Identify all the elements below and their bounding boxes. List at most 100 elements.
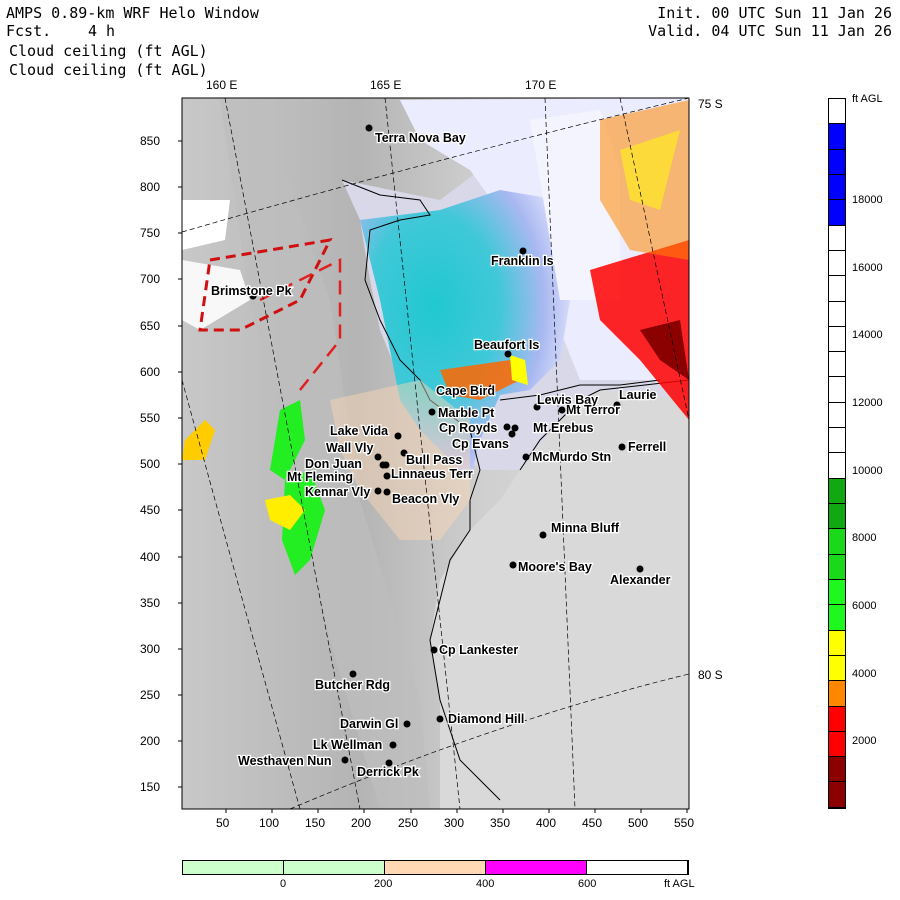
station-label: Kennar Vly: [305, 485, 370, 499]
station-label: Brimstone Pk: [211, 284, 292, 298]
colorbar-segment: [829, 124, 845, 150]
station-dot: [430, 646, 438, 654]
bottom-colorbar: [182, 860, 689, 875]
cb-label: 14000: [852, 329, 883, 341]
colorbar-segment: [829, 149, 845, 175]
station-dot: [374, 453, 382, 461]
station-label: Lake Vida: [330, 424, 389, 438]
cb-label: 12000: [852, 397, 883, 409]
station-label: Diamond Hill: [448, 712, 524, 726]
station-label: Mt Fleming: [287, 470, 353, 484]
station-dot: [618, 443, 626, 451]
colorbar-segment: [829, 655, 845, 682]
station-dot: [636, 565, 644, 573]
station-label: Darwin Gl: [340, 717, 398, 731]
station-dot: [503, 423, 511, 431]
colorbar-segment: [829, 453, 845, 479]
station-dot: [509, 561, 517, 569]
colorbar-segment: [829, 554, 845, 580]
colorbar-segment: [829, 757, 845, 783]
station-label: Laurie: [619, 388, 657, 402]
colorbar-segment: [829, 630, 845, 656]
colorbar-segment: [829, 428, 845, 454]
colorbar-segment: [829, 225, 845, 251]
colorbar-segment: [829, 200, 845, 226]
station-label: Terra Nova Bay: [375, 131, 466, 145]
station-label: Ferrell: [628, 440, 666, 454]
colorbar-segment: [829, 301, 845, 327]
station-dot: [508, 430, 516, 438]
right-colorbar-unit: ft AGL: [852, 93, 883, 105]
colorbar-segment: [829, 579, 845, 606]
colorbar-segment: [829, 352, 845, 378]
colorbar-segment: [587, 861, 688, 874]
station-dot: [403, 720, 411, 728]
colorbar-segment: [829, 706, 845, 732]
ceiling-map: Terra Nova BayTerra Nova BayFranklin IsF…: [178, 97, 690, 813]
station-label: Mt Erebus: [533, 421, 593, 435]
cb-label: 4000: [852, 668, 877, 680]
colorbar-segment: [829, 529, 845, 555]
station-label: Beaufort Is: [474, 338, 539, 352]
cb-label: 2000: [852, 735, 877, 747]
right-colorbar: [828, 98, 846, 809]
colorbar-segment: [284, 861, 385, 874]
bcb-label: 600: [578, 878, 597, 890]
station-label: Beacon Vly: [392, 492, 459, 506]
colorbar-segment: [829, 504, 845, 530]
station-dot: [365, 124, 373, 132]
bottom-colorbar-unit: ft AGL: [664, 878, 695, 890]
bcb-label: 200: [374, 878, 393, 890]
station-dot: [383, 472, 391, 480]
station-dot: [539, 531, 547, 539]
station-dot: [511, 424, 519, 432]
station-label: McMurdo Stn: [532, 450, 611, 464]
station-label: Lk Wellman: [313, 738, 382, 752]
colorbar-segment: [829, 402, 845, 429]
colorbar-segment: [829, 731, 845, 758]
cb-label: 6000: [852, 600, 877, 612]
colorbar-segment: [829, 250, 845, 277]
station-label: Moore's Bay: [518, 560, 592, 574]
station-label: Alexander: [610, 573, 671, 587]
station-dot: [436, 715, 444, 723]
colorbar-segment: [183, 861, 284, 874]
station-label: Butcher Rdg: [315, 678, 390, 692]
colorbar-segment: [829, 377, 845, 403]
colorbar-segment: [829, 782, 845, 808]
station-dot: [428, 408, 436, 416]
station-label: Linnaeus Terr: [391, 467, 473, 481]
station-label: Cape Bird: [436, 384, 495, 398]
colorbar-segment: [829, 605, 845, 631]
cb-label: 16000: [852, 262, 883, 274]
station-label: Cp Evans: [452, 437, 509, 451]
colorbar-segment: [829, 276, 845, 302]
station-label: Westhaven Nun: [238, 754, 332, 768]
station-label: Marble Pt: [438, 406, 495, 420]
station-dot: [383, 488, 391, 496]
cb-label: 10000: [852, 465, 883, 477]
station-label: Franklin Is: [491, 254, 554, 268]
station-label: Don Juan: [305, 457, 362, 471]
station-label: Minna Bluff: [551, 521, 620, 535]
station-dot: [389, 741, 397, 749]
station-label: Cp Lankester: [439, 643, 518, 657]
cb-label: 8000: [852, 532, 877, 544]
cb-label: 18000: [852, 194, 883, 206]
bcb-label: 0: [280, 878, 287, 890]
colorbar-segment: [829, 478, 845, 504]
station-label: Mt Terror: [566, 403, 620, 417]
station-dot: [382, 461, 390, 469]
bcb-label: 400: [476, 878, 495, 890]
colorbar-segment: [486, 861, 587, 874]
colorbar-segment: [829, 174, 845, 201]
station-dot: [522, 453, 530, 461]
station-dot: [394, 432, 402, 440]
station-label: Derrick Pk: [357, 765, 419, 779]
station-dot: [374, 487, 382, 495]
station-label: Wall Vly: [326, 441, 374, 455]
colorbar-segment: [829, 99, 845, 125]
colorbar-segment: [829, 326, 845, 353]
station-dot: [341, 756, 349, 764]
station-dot: [349, 670, 357, 678]
